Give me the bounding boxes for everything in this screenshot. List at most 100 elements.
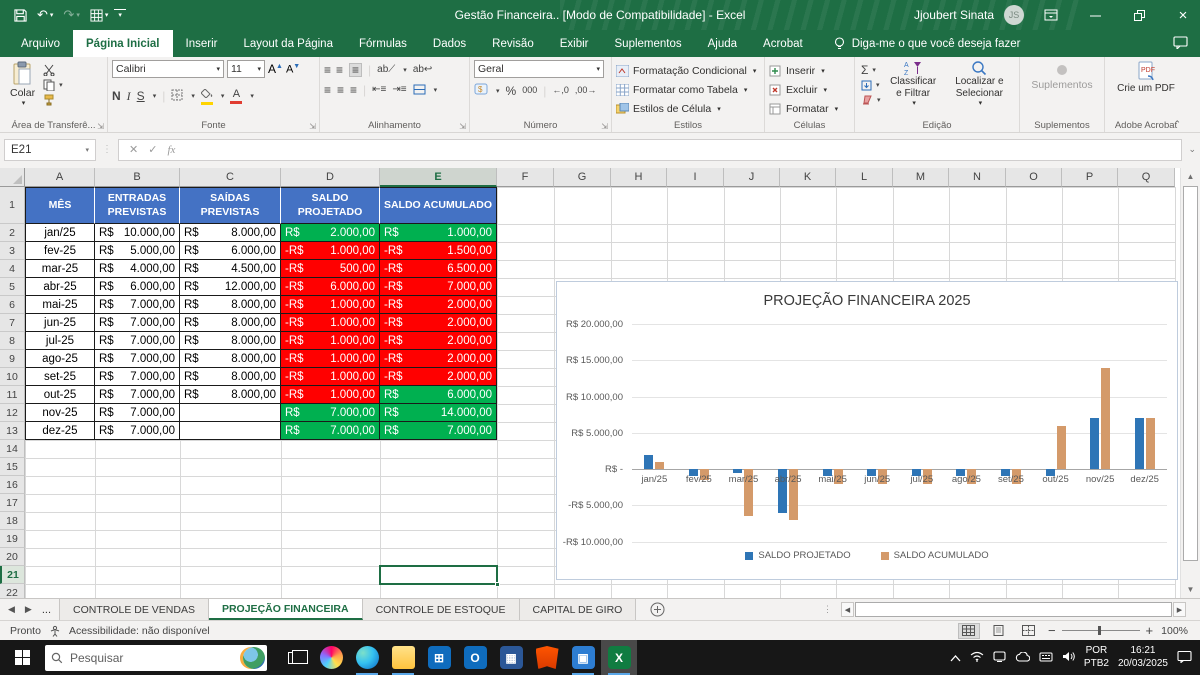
avatar[interactable]: JS xyxy=(1004,5,1024,25)
zoom-slider[interactable] xyxy=(1062,630,1140,631)
cell-saldo-projetado-nov-25[interactable]: R$7.000,00 xyxy=(281,404,380,422)
row-header-6[interactable]: 6 xyxy=(0,296,25,314)
row-header-13[interactable]: 13 xyxy=(0,422,25,440)
cell-entradas-dez-25[interactable]: R$7.000,00 xyxy=(95,422,180,440)
cell-mes-set-25[interactable]: set-25 xyxy=(25,368,95,386)
restore-button[interactable] xyxy=(1122,0,1156,30)
tab-exibir[interactable]: Exibir xyxy=(547,30,602,57)
cell-entradas-mar-25[interactable]: R$4.000,00 xyxy=(95,260,180,278)
tab-acrobat[interactable]: Acrobat xyxy=(750,30,816,57)
cell-saldo-projetado-mar-25[interactable]: -R$500,00 xyxy=(281,260,380,278)
tab-dados[interactable]: Dados xyxy=(420,30,479,57)
worksheet-grid[interactable]: ABCDEFGHIJKLMNOPQ12345678910111213141516… xyxy=(0,168,1180,598)
row-header-5[interactable]: 5 xyxy=(0,278,25,296)
accessibility-status[interactable]: Acessibilidade: não disponível xyxy=(69,625,210,637)
copy-icon[interactable]: ▾ xyxy=(43,79,63,91)
hidden-icons-chevron[interactable] xyxy=(950,651,961,665)
align-middle-icon[interactable]: ≡ xyxy=(336,64,343,76)
taskbar-app-calculator[interactable]: ▦ xyxy=(493,640,529,675)
cell-mes-nov-25[interactable]: nov-25 xyxy=(25,404,95,422)
column-header-A[interactable]: A xyxy=(25,168,95,187)
column-header-N[interactable]: N xyxy=(949,168,1006,187)
row-header-22[interactable]: 22 xyxy=(0,584,25,598)
column-header-M[interactable]: M xyxy=(893,168,949,187)
underline-button[interactable]: S xyxy=(137,89,145,103)
column-header-I[interactable]: I xyxy=(667,168,724,187)
cell-saidas-mai-25[interactable]: R$8.000,00 xyxy=(180,296,281,314)
row-header-3[interactable]: 3 xyxy=(0,242,25,260)
cell-saidas-jan/25[interactable]: R$8.000,00 xyxy=(180,224,281,242)
tab-suplementos[interactable]: Suplementos xyxy=(602,30,695,57)
undo-icon[interactable]: ↶▾ xyxy=(33,5,57,25)
fill-icon[interactable]: ▾ xyxy=(861,80,881,91)
tab-arquivo[interactable]: Arquivo xyxy=(8,30,73,57)
table-header-1[interactable]: ENTRADASPREVISTAS xyxy=(95,187,180,224)
conditional-formatting-button[interactable]: Formatação Condicional▾ xyxy=(616,62,760,79)
cell-mes-dez-25[interactable]: dez-25 xyxy=(25,422,95,440)
sheet-prev-icon[interactable]: ◀ xyxy=(8,604,15,615)
scroll-up-icon[interactable]: ▲ xyxy=(1183,169,1198,184)
wifi-icon[interactable] xyxy=(970,651,984,665)
font-name-select[interactable]: Calibri▾ xyxy=(112,60,224,78)
cell-saldo-acumulado-mar-25[interactable]: -R$6.500,00 xyxy=(380,260,497,278)
cell-saidas-dez-25[interactable] xyxy=(180,422,281,440)
tab-ajuda[interactable]: Ajuda xyxy=(695,30,750,57)
sheet-tab-controle-de-estoque[interactable]: CONTROLE DE ESTOQUE xyxy=(363,599,520,620)
cell-entradas-out-25[interactable]: R$7.000,00 xyxy=(95,386,180,404)
scroll-right-icon[interactable]: ▶ xyxy=(1173,602,1186,617)
increase-decimal-icon[interactable]: ←,0 xyxy=(552,86,569,95)
cell-mes-mar-25[interactable]: mar-25 xyxy=(25,260,95,278)
close-button[interactable]: × xyxy=(1166,0,1200,30)
start-button[interactable] xyxy=(0,640,45,675)
sheet-tab-proje-o-financeira[interactable]: PROJEÇÃO FINANCEIRA xyxy=(209,599,363,620)
column-header-F[interactable]: F xyxy=(497,168,554,187)
cell-saldo-projetado-mai-25[interactable]: -R$1.000,00 xyxy=(281,296,380,314)
page-break-view-icon[interactable] xyxy=(1018,623,1040,639)
zoom-in-icon[interactable]: + xyxy=(1146,623,1154,638)
cell-entradas-jul-25[interactable]: R$7.000,00 xyxy=(95,332,180,350)
cell-saldo-acumulado-fev-25[interactable]: -R$1.500,00 xyxy=(380,242,497,260)
paste-button[interactable]: Colar▾ xyxy=(4,60,41,108)
align-left-icon[interactable]: ≡ xyxy=(324,84,331,96)
column-header-K[interactable]: K xyxy=(780,168,836,187)
taskbar-app-store[interactable]: ⊞ xyxy=(421,640,457,675)
vertical-scrollbar[interactable]: ▲ ▼ xyxy=(1180,168,1200,598)
row-header-10[interactable]: 10 xyxy=(0,368,25,386)
row-header-8[interactable]: 8 xyxy=(0,332,25,350)
grow-font-icon[interactable]: A▲ xyxy=(268,63,283,75)
cell-saldo-acumulado-jul-25[interactable]: -R$2.000,00 xyxy=(380,332,497,350)
accounting-format-icon[interactable]: $ xyxy=(474,83,488,98)
cell-saldo-projetado-fev-25[interactable]: -R$1.000,00 xyxy=(281,242,380,260)
row-header-7[interactable]: 7 xyxy=(0,314,25,332)
page-layout-view-icon[interactable] xyxy=(988,623,1010,639)
notification-center-icon[interactable] xyxy=(1177,650,1192,666)
align-center-icon[interactable]: ≡ xyxy=(337,84,344,96)
align-bottom-icon[interactable]: ≡ xyxy=(349,63,362,77)
number-format-select[interactable]: Geral▾ xyxy=(474,60,604,78)
cell-entradas-mai-25[interactable]: R$7.000,00 xyxy=(95,296,180,314)
column-header-L[interactable]: L xyxy=(836,168,893,187)
cell-mes-abr-25[interactable]: abr-25 xyxy=(25,278,95,296)
normal-view-icon[interactable] xyxy=(958,623,980,639)
table-header-3[interactable]: SALDOPROJETADO xyxy=(281,187,380,224)
font-color-icon[interactable]: A xyxy=(230,89,242,104)
cell-saldo-projetado-jan/25[interactable]: R$2.000,00 xyxy=(281,224,380,242)
clear-icon[interactable]: ▾ xyxy=(861,95,881,105)
addins-button[interactable]: Suplementos xyxy=(1025,60,1098,92)
table-header-0[interactable]: MÊS xyxy=(25,187,95,224)
chart-projecao-financeira[interactable]: PROJEÇÃO FINANCEIRA 2025R$ 20.000,00R$ 1… xyxy=(556,281,1178,580)
cell-entradas-jun-25[interactable]: R$7.000,00 xyxy=(95,314,180,332)
cancel-icon[interactable]: ✕ xyxy=(129,143,138,156)
taskbar-app-outlook[interactable]: O xyxy=(457,640,493,675)
cell-entradas-jan/25[interactable]: R$10.000,00 xyxy=(95,224,180,242)
insert-cells-button[interactable]: Inserir▾ xyxy=(769,62,850,79)
bold-button[interactable]: N xyxy=(112,89,121,103)
cell-mes-jun-25[interactable]: jun-25 xyxy=(25,314,95,332)
tab-revis-o[interactable]: Revisão xyxy=(479,30,547,57)
fill-color-icon[interactable] xyxy=(201,87,213,105)
taskbar-app-excel[interactable]: X xyxy=(601,640,637,675)
volume-icon[interactable] xyxy=(1062,651,1075,665)
sheet-tab-controle-de-vendas[interactable]: CONTROLE DE VENDAS xyxy=(60,599,209,620)
row-header-18[interactable]: 18 xyxy=(0,512,25,530)
cell-saidas-ago-25[interactable]: R$8.000,00 xyxy=(180,350,281,368)
